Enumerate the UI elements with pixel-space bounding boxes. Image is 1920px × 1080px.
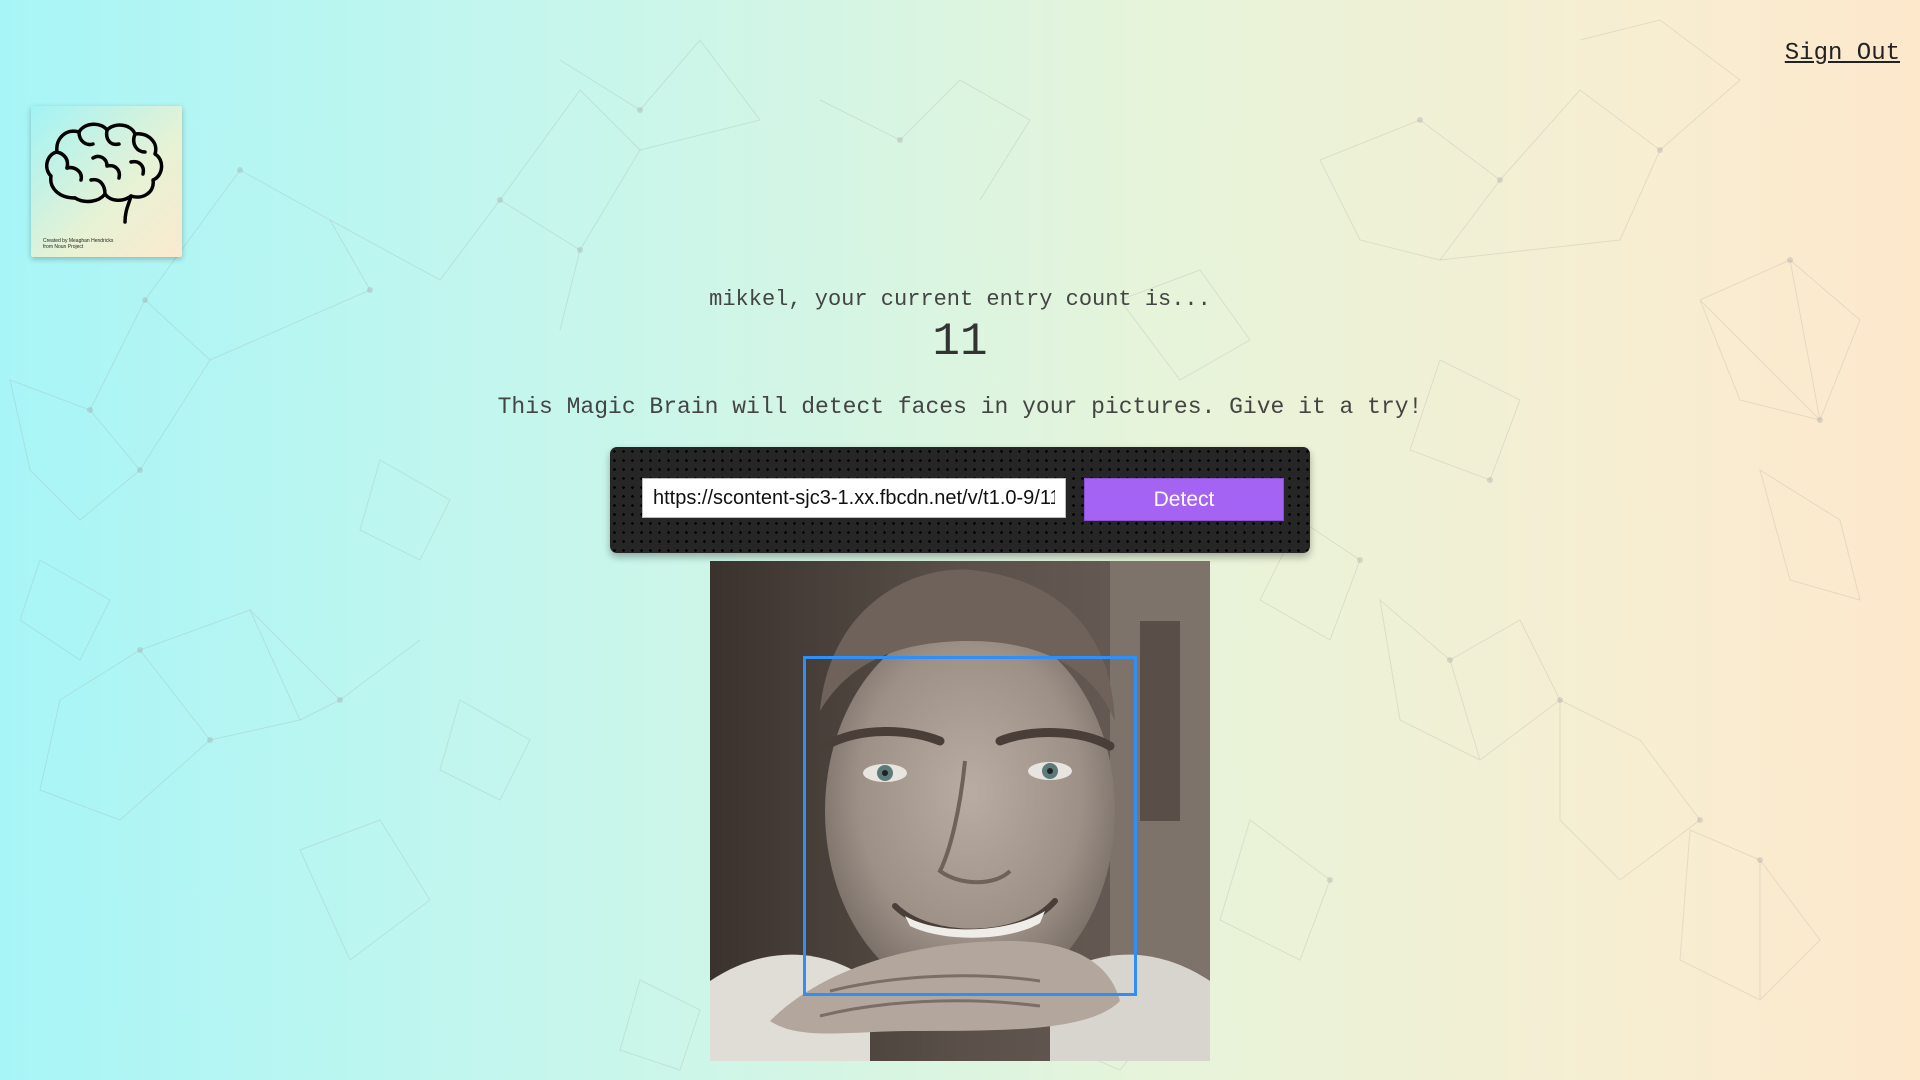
logo-credit: Created by Meaghan Hendricks from Noun P… bbox=[43, 238, 113, 250]
logo[interactable]: Created by Meaghan Hendricks from Noun P… bbox=[31, 106, 182, 257]
logo-credit-line-2: from Noun Project bbox=[43, 244, 84, 250]
image-url-input[interactable] bbox=[642, 478, 1066, 518]
intro-text: This Magic Brain will detect faces in yo… bbox=[497, 394, 1423, 420]
detect-button[interactable]: Detect bbox=[1084, 478, 1284, 521]
entry-count-value: 11 bbox=[932, 316, 988, 368]
image-url-form: Detect bbox=[610, 447, 1310, 553]
entry-count-message: mikkel, your current entry count is... bbox=[709, 287, 1211, 312]
result-image-container bbox=[710, 561, 1210, 1061]
brain-icon bbox=[45, 122, 164, 224]
face-bounding-box bbox=[803, 656, 1137, 996]
sign-out-link[interactable]: Sign Out bbox=[1781, 38, 1904, 69]
